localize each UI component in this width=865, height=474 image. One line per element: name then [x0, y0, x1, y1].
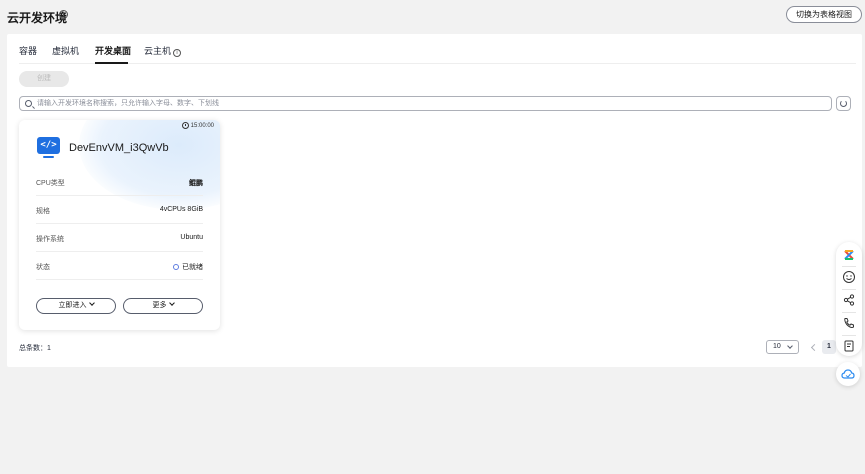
- dev-env-name: DevEnvVM_i3QwVb: [69, 142, 169, 154]
- tab-container[interactable]: 容器: [19, 44, 37, 57]
- more-button[interactable]: 更多: [123, 298, 203, 314]
- smile-icon[interactable]: [842, 270, 856, 284]
- floating-toolbar: [836, 242, 862, 356]
- row-value: 4vCPUs 8GiB: [159, 206, 203, 213]
- tab-dev-desktop[interactable]: 开发桌面: [95, 44, 131, 57]
- create-button[interactable]: 创建: [19, 71, 69, 87]
- chevron-down-icon: [168, 300, 175, 306]
- toolbar-divider: [842, 335, 856, 336]
- row-value: Ubuntu: [180, 234, 203, 241]
- toolbar-divider: [842, 266, 856, 267]
- toolbar-divider: [842, 289, 856, 290]
- phone-icon[interactable]: [842, 316, 856, 330]
- share-icon[interactable]: [842, 293, 856, 307]
- prev-page-button[interactable]: [808, 340, 818, 354]
- card-time-text: 15:00:00: [190, 122, 214, 129]
- enter-now-button[interactable]: 立即进入: [36, 298, 116, 314]
- app-logo-icon[interactable]: [842, 248, 856, 262]
- active-tab-indicator: [95, 62, 128, 64]
- status-text: 已就绪: [182, 264, 203, 271]
- chevron-down-icon: [787, 343, 793, 349]
- status-badge: 已就绪: [173, 262, 203, 272]
- search-input[interactable]: [37, 97, 817, 110]
- row-label: CPU类型: [36, 180, 65, 187]
- tab-cloud-host-label: 云主机: [144, 46, 172, 56]
- page-size-select[interactable]: 10: [766, 340, 799, 354]
- total-count: 总条数：1: [19, 345, 51, 352]
- clock-icon: [181, 122, 189, 129]
- card-row-status: 状态 已就绪: [36, 252, 203, 280]
- page-size-value: 10: [773, 343, 781, 350]
- code-desktop-icon: </>: [37, 137, 60, 158]
- main-panel: 容器 虚拟机 开发桌面 云主机i 创建 15:00:00 </> DevEnvV…: [7, 34, 862, 367]
- cloud-assistant-button[interactable]: [836, 362, 860, 386]
- refresh-button[interactable]: [836, 96, 851, 111]
- row-label: 操作系统: [36, 236, 64, 243]
- toolbar-divider: [842, 312, 856, 313]
- info-icon[interactable]: i: [59, 10, 68, 19]
- feedback-icon[interactable]: [842, 339, 856, 353]
- tabs-divider: [19, 63, 856, 64]
- card-timestamp: 15:00:00: [181, 122, 214, 129]
- enter-now-label: 立即进入: [58, 302, 87, 309]
- status-ready-icon: [173, 264, 179, 270]
- tab-virtual-machine[interactable]: 虚拟机: [52, 44, 79, 57]
- row-value: 鲲鹏: [189, 180, 203, 187]
- tab-cloud-host[interactable]: 云主机 i: [144, 44, 182, 57]
- search-box: [19, 96, 832, 111]
- more-label: 更多: [152, 302, 167, 309]
- page-number-current[interactable]: 1: [822, 340, 836, 354]
- switch-table-view-button[interactable]: 切换为表格视图: [786, 6, 862, 23]
- page-header: 云开发环境 i 切换为表格视图: [0, 0, 865, 30]
- card-row-cpu: CPU类型 鲲鹏: [36, 168, 203, 196]
- chevron-down-icon: [88, 300, 95, 306]
- row-label: 规格: [36, 208, 50, 215]
- cloud-icon: [841, 369, 855, 379]
- page-title: 云开发环境: [7, 11, 68, 25]
- refresh-icon: [840, 100, 847, 107]
- row-label: 状态: [36, 264, 50, 271]
- info-icon: i: [173, 49, 182, 57]
- dev-env-card[interactable]: 15:00:00 </> DevEnvVM_i3QwVb CPU类型 鲲鹏 规格…: [19, 120, 220, 330]
- search-icon: [25, 100, 32, 107]
- card-row-os: 操作系统 Ubuntu: [36, 224, 203, 252]
- card-row-spec: 规格 4vCPUs 8GiB: [36, 196, 203, 224]
